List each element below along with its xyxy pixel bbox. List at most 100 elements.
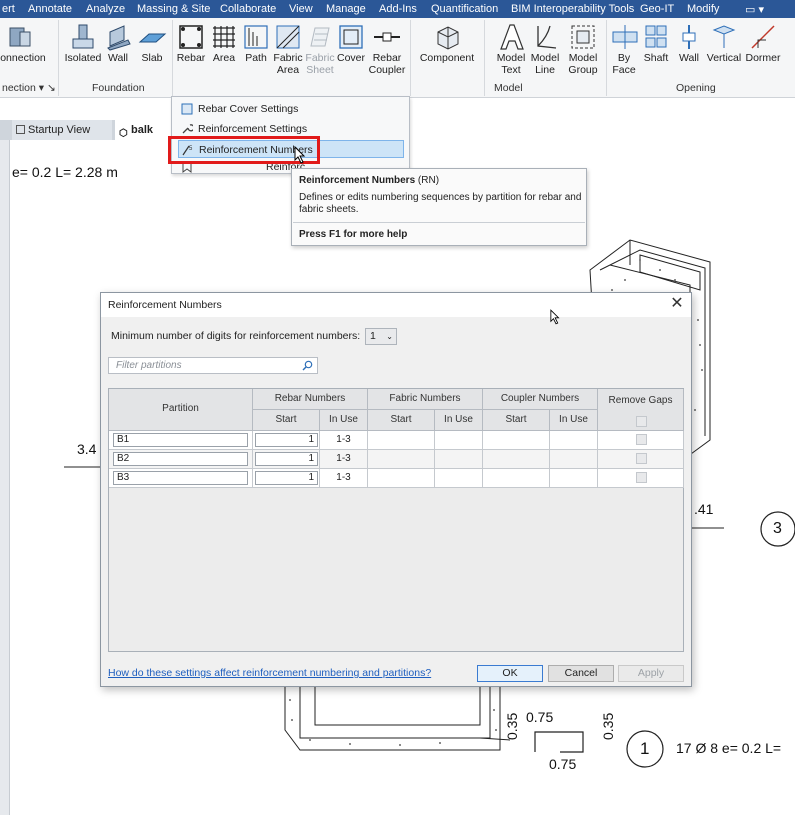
ribbon-tab-bar: ert Annotate Analyze Massing & Site Coll… — [0, 0, 795, 18]
rebar-label: Rebar — [176, 52, 206, 64]
panel-separator — [172, 20, 173, 96]
panel-separator — [606, 20, 607, 96]
tooltip-heading: Reinforcement Numbers (RN) — [299, 175, 439, 186]
header-coupler-in-use: In Use — [550, 410, 598, 431]
tab-add-ins[interactable]: Add-Ins — [379, 3, 417, 15]
model-line-tool[interactable]: Model Line — [528, 18, 562, 80]
rebar-start-input[interactable]: 1 — [255, 433, 318, 447]
remove-gaps-checkbox[interactable] — [636, 453, 647, 464]
panel-label-connection[interactable]: nection ▾ ↘ — [2, 82, 56, 94]
area-rebar-tool[interactable]: Area — [209, 18, 239, 80]
tab-balk[interactable]: ⬡ balk — [115, 120, 175, 140]
rebar-tool[interactable]: Rebar — [175, 18, 207, 80]
dialog-title-bar[interactable]: Reinforcement Numbers — [101, 293, 691, 317]
coupler-start-cell[interactable] — [483, 450, 550, 469]
rebar-label-bottom: 17 Ø 8 e= 0.2 L= — [676, 740, 782, 756]
remove-gaps-checkbox[interactable] — [636, 434, 647, 445]
tooltip-shortcut: (RN) — [417, 175, 440, 186]
wall-opening-tool[interactable]: Wall — [674, 18, 704, 80]
model-line-icon — [537, 25, 557, 49]
close-icon[interactable]: ✕ — [669, 296, 685, 312]
component-tool[interactable]: Component — [418, 18, 476, 80]
rebar-tag-1: 1 — [640, 739, 650, 758]
wrench-icon — [182, 124, 193, 134]
remove-gaps-cell — [598, 469, 684, 488]
fabric-area-tool[interactable]: Fabric Area — [272, 18, 304, 80]
fabric-start-cell[interactable] — [368, 431, 435, 450]
tab-manage[interactable]: Manage — [326, 3, 366, 15]
filter-partitions-input[interactable]: Filter partitions — [108, 357, 318, 374]
remove-gaps-all-checkbox[interactable] — [636, 416, 647, 427]
connection-tool[interactable]: onnection — [0, 18, 46, 80]
rebar-in-use-cell: 1-3 — [320, 450, 368, 469]
tab-bim-interoperability[interactable]: BIM Interoperability Tools — [511, 3, 634, 15]
dormer-tool[interactable]: Dormer — [744, 18, 782, 80]
tab-balk-label: balk — [131, 124, 154, 136]
panel-separator — [410, 20, 411, 96]
tab-view[interactable]: View — [289, 3, 313, 15]
partition-name-input[interactable]: B2 — [113, 452, 248, 466]
dormer-label: Dormer — [745, 52, 781, 64]
path-label: Path — [245, 52, 267, 64]
coupler-start-cell[interactable] — [483, 469, 550, 488]
shaft-label: Shaft — [643, 52, 669, 64]
shaft-tool[interactable]: Shaft — [640, 18, 672, 80]
menu-item-label: Rebar Cover Settings — [198, 103, 299, 115]
path-rebar-tool[interactable]: Path — [241, 18, 271, 80]
panel-toggle-icon[interactable]: ▭ ▾ — [745, 3, 764, 16]
wall-foundation-tool[interactable]: Wall — [104, 18, 132, 80]
coupler-in-use-cell — [550, 469, 598, 488]
isolated-foundation-tool[interactable]: Isolated — [64, 18, 102, 80]
header-fabric-in-use: In Use — [435, 410, 483, 431]
coupler-start-cell[interactable] — [483, 431, 550, 450]
component-label: Component — [419, 52, 475, 64]
fabric-sheet-tool[interactable]: Fabric Sheet — [304, 18, 336, 80]
fabric-start-cell[interactable] — [368, 469, 435, 488]
ok-button[interactable]: OK — [477, 665, 543, 682]
coupler-in-use-cell — [550, 450, 598, 469]
tab-massing-site[interactable]: Massing & Site — [137, 3, 210, 15]
vertical-opening-tool[interactable]: Vertical — [704, 18, 744, 80]
tab-analyze[interactable]: Analyze — [86, 3, 125, 15]
menu-item-label: Reinforcement Settings — [198, 123, 308, 135]
rebar-coupler-icon — [374, 32, 400, 42]
stirrup-dim-right: 0.35 — [600, 712, 616, 740]
partition-name-input[interactable]: B3 — [113, 471, 248, 485]
concrete-hatch-lower — [289, 699, 497, 746]
model-group-tool[interactable]: Model Group — [564, 18, 602, 80]
slab-foundation-tool[interactable]: Slab — [136, 18, 168, 80]
rebar-start-input[interactable]: 1 — [255, 452, 318, 466]
opening-by-face-tool[interactable]: By Face — [610, 18, 638, 80]
header-coupler-numbers: Coupler Numbers — [483, 389, 598, 410]
rebar-start-input[interactable]: 1 — [255, 471, 318, 485]
tab-collaborate[interactable]: Collaborate — [220, 3, 276, 15]
model-text-tool[interactable]: Model Text — [494, 18, 528, 80]
min-digits-select[interactable]: 1 ⌄ — [365, 328, 397, 345]
properties-edge[interactable] — [0, 140, 10, 815]
fabric-start-cell[interactable] — [368, 450, 435, 469]
tab-geo-it[interactable]: Geo-IT — [640, 3, 674, 15]
tab-annotate[interactable]: Annotate — [28, 3, 72, 15]
apply-button[interactable]: Apply — [618, 665, 684, 682]
rebar-coupler-tool[interactable]: Rebar Coupler — [368, 18, 406, 80]
reinforcement-numbers-dialog: Reinforcement Numbers ✕ Minimum number o… — [100, 292, 692, 687]
min-digits-label: Minimum number of digits for reinforceme… — [111, 330, 361, 342]
cover-tool[interactable]: Cover — [336, 18, 366, 80]
mouse-cursor-icon — [550, 309, 560, 325]
cancel-button[interactable]: Cancel — [548, 665, 614, 682]
header-rebar-start: Start — [253, 410, 320, 431]
remove-gaps-checkbox[interactable] — [636, 472, 647, 483]
tab-modify[interactable]: Modify — [687, 3, 719, 15]
help-link[interactable]: How do these settings affect reinforceme… — [108, 667, 431, 679]
tab-architecture[interactable]: ert — [2, 3, 15, 15]
search-icon — [302, 360, 313, 371]
partition-name-input[interactable]: B1 — [113, 433, 248, 447]
panel-separator — [484, 20, 485, 96]
rebar-in-use-cell: 1-3 — [320, 469, 368, 488]
tab-startup-view[interactable]: Startup View — [12, 120, 112, 140]
ribbon: onnection Isolated Wall Slab Rebar Area … — [0, 18, 795, 98]
menu-item-rebar-cover-settings[interactable]: Rebar Cover Settings — [178, 100, 404, 118]
tab-quantification[interactable]: Quantification — [431, 3, 498, 15]
coupler-in-use-cell — [550, 431, 598, 450]
area-rebar-icon — [213, 26, 235, 48]
